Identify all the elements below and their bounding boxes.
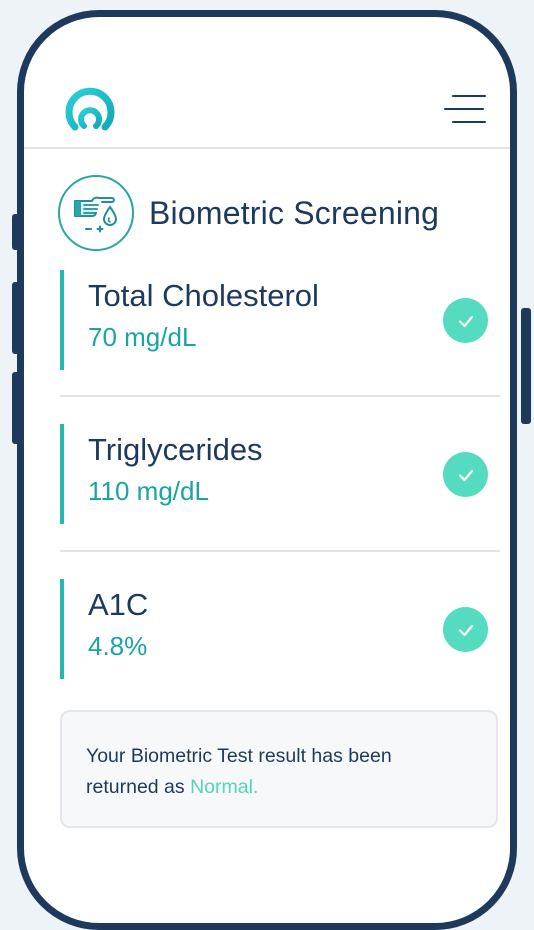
accent-bar [60,270,64,370]
phone-frame: Biometric Screening Total Cholesterol 70… [17,10,517,930]
result-summary-box: Your Biometric Test result has been retu… [60,710,498,828]
check-circle-icon [443,452,488,497]
app-logo-icon[interactable] [62,83,118,135]
result-item-triglycerides[interactable]: Triglycerides 110 mg/dL [60,424,500,524]
section-header: Biometric Screening [58,173,439,253]
page-title: Biometric Screening [149,194,440,231]
result-value: 4.8% [88,631,148,661]
summary-status: Normal. [190,776,259,798]
check-circle-icon [443,607,488,652]
accent-bar [60,579,64,679]
hamburger-menu-icon[interactable] [444,93,488,127]
result-name: Triglycerides [88,432,263,467]
app-header [24,17,510,149]
divider [60,395,500,397]
divider [60,550,500,552]
result-value: 70 mg/dL [88,322,197,352]
check-circle-icon [443,298,488,343]
menu-bar [452,95,486,97]
accent-bar [60,424,64,524]
summary-line-2: returned as Normal. [86,772,472,803]
result-item-total-cholesterol[interactable]: Total Cholesterol 70 mg/dL [60,270,500,370]
menu-bar [444,108,484,110]
menu-bar [452,121,486,123]
result-name: Total Cholesterol [88,278,319,313]
result-item-a1c[interactable]: A1C 4.8% [60,579,500,679]
summary-prefix: returned as [86,776,191,798]
result-value: 110 mg/dL [88,476,209,506]
summary-line-1: Your Biometric Test result has been [86,745,392,767]
result-name: A1C [88,587,149,622]
finger-blood-drop-icon [58,175,134,251]
power-button [521,308,531,424]
